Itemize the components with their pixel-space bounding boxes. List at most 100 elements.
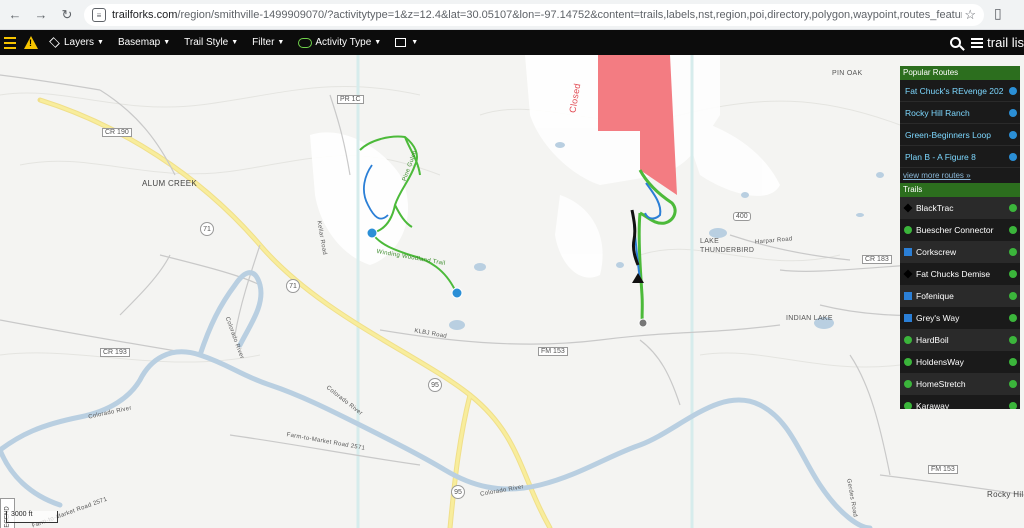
- trail-item[interactable]: HardBoil: [900, 329, 1020, 351]
- caret-down-icon: ▼: [97, 39, 104, 46]
- site-info-icon[interactable]: ≡: [92, 8, 106, 22]
- trail-item[interactable]: Corkscrew: [900, 241, 1020, 263]
- trail-style-label: Trail Style: [184, 37, 229, 48]
- bookmark-star-icon[interactable]: ☆: [964, 7, 976, 23]
- trail-item[interactable]: BlackTrac: [900, 197, 1020, 219]
- back-icon[interactable]: ←: [4, 4, 26, 26]
- popular-routes-heading: Popular Routes: [900, 66, 1020, 80]
- map-icon: [395, 38, 407, 47]
- layers-icon: [49, 37, 60, 48]
- menu-icon[interactable]: [4, 36, 16, 49]
- trail-item[interactable]: Buescher Connector: [900, 219, 1020, 241]
- address-bar[interactable]: ≡ trailforks.com/region/smithville-14999…: [84, 4, 984, 26]
- reload-icon[interactable]: ↻: [56, 4, 78, 26]
- difficulty-green-icon: [904, 380, 912, 388]
- url-path: /region/smithville-1499909070/?activityt…: [177, 9, 962, 21]
- trail-item[interactable]: Fofenique: [900, 285, 1020, 307]
- warning-icon[interactable]: [24, 36, 38, 49]
- go-arrow-icon[interactable]: [1009, 358, 1017, 366]
- route-label: Rocky Hill Ranch: [905, 107, 970, 118]
- filter-menu[interactable]: Filter ▼: [252, 37, 284, 48]
- caret-down-icon: ▼: [374, 39, 382, 46]
- trail-item[interactable]: Fat Chucks Demise: [900, 263, 1020, 285]
- go-arrow-icon[interactable]: [1009, 248, 1017, 256]
- map-menu[interactable]: ▼: [395, 38, 418, 47]
- trail-list-button[interactable]: trail lis: [971, 35, 1024, 50]
- caret-down-icon: ▼: [277, 39, 285, 46]
- go-arrow-icon[interactable]: [1009, 380, 1017, 388]
- trail-label: Corkscrew: [916, 247, 957, 257]
- route-label: Fat Chuck's REvenge 202: [905, 85, 1004, 96]
- caret-down-icon: ▼: [163, 39, 171, 46]
- difficulty-blue-icon: [904, 314, 912, 322]
- shield-cr190: CR 190: [102, 128, 132, 137]
- shield-cr193: CR 193: [100, 348, 130, 357]
- difficulty-black-icon: [903, 269, 913, 279]
- difficulty-blue-icon: [904, 292, 912, 300]
- go-arrow-icon[interactable]: [1009, 86, 1017, 95]
- trail-style-menu[interactable]: Trail Style ▼: [184, 37, 238, 48]
- trail-list-label: trail lis: [987, 35, 1024, 50]
- map-label-alum-creek: ALUM CREEK: [142, 179, 198, 188]
- route-label: Green-Beginners Loop: [905, 129, 992, 140]
- browser-bar: ← → ↻ ≡ trailforks.com/region/smithville…: [0, 0, 1024, 30]
- go-arrow-icon[interactable]: [1009, 336, 1017, 344]
- go-arrow-icon[interactable]: [1009, 130, 1017, 139]
- go-arrow-icon[interactable]: [1009, 314, 1017, 322]
- trail-item[interactable]: HomeStretch: [900, 373, 1020, 395]
- shield-95a: 95: [428, 378, 442, 392]
- difficulty-blue-icon: [904, 248, 912, 256]
- basemap-menu[interactable]: Basemap ▼: [118, 37, 170, 48]
- trail-panel: Popular Routes Fat Chuck's REvenge 202 R…: [900, 66, 1020, 409]
- go-arrow-icon[interactable]: [1009, 292, 1017, 300]
- activity-type-menu[interactable]: Activity Type ▼: [298, 37, 381, 48]
- extensions-icon[interactable]: ▯: [994, 5, 1002, 22]
- trail-item[interactable]: Grey's Way: [900, 307, 1020, 329]
- trails-heading: Trails: [900, 183, 1020, 197]
- go-arrow-icon[interactable]: [1009, 152, 1017, 161]
- trail-label: HardBoil: [916, 335, 949, 345]
- shield-cr183: CR 183: [862, 255, 892, 264]
- map-canvas[interactable]: ALUM CREEK PIN OAK LAKE THUNDERBIRD INDI…: [0, 55, 1024, 528]
- trail-label: Fat Chucks Demise: [916, 269, 991, 279]
- trail-label: Buescher Connector: [916, 225, 994, 235]
- shield-fm153a: FM 153: [538, 347, 568, 356]
- app-toolbar: Layers▼ Basemap▼ Trail Style▼ Filter▼ Ac…: [0, 30, 1024, 55]
- shield-fm153b: FM 153: [928, 465, 958, 474]
- layers-label: Layers: [64, 37, 95, 48]
- forward-icon[interactable]: →: [30, 4, 52, 26]
- go-arrow-icon[interactable]: [1009, 226, 1017, 234]
- difficulty-black-icon: [903, 203, 913, 213]
- route-item[interactable]: Fat Chuck's REvenge 202: [900, 80, 1020, 102]
- caret-down-icon: ▼: [231, 39, 239, 46]
- shield-pr1c: PR 1C: [337, 95, 364, 104]
- route-item[interactable]: Green-Beginners Loop: [900, 124, 1020, 146]
- map-label-lake-thunderbird: LAKE THUNDERBIRD: [700, 238, 755, 254]
- map-label-rocky-hill: Rocky Hill: [987, 490, 1024, 499]
- url-host: trailforks.com: [112, 9, 178, 21]
- difficulty-green-icon: [904, 358, 912, 366]
- trail-label: HomeStretch: [916, 379, 966, 389]
- view-more-routes-link[interactable]: view more routes »: [900, 168, 1020, 183]
- go-arrow-icon[interactable]: [1009, 108, 1017, 117]
- trail-item[interactable]: HoldensWay: [900, 351, 1020, 373]
- shield-71a: 71: [200, 222, 214, 236]
- layers-menu[interactable]: Layers ▼: [49, 37, 104, 48]
- shield-400: 400: [733, 212, 751, 221]
- trail-item[interactable]: Karaway: [900, 395, 1020, 409]
- trail-label: Fofenique: [916, 291, 954, 301]
- shield-95b: 95: [451, 485, 465, 499]
- map-svg: [0, 55, 1024, 528]
- trail-label: BlackTrac: [916, 203, 954, 213]
- route-item[interactable]: Rocky Hill Ranch: [900, 102, 1020, 124]
- go-arrow-icon[interactable]: [1009, 402, 1017, 409]
- bike-icon: [298, 37, 313, 48]
- route-label: Plan B - A Figure 8: [905, 151, 976, 162]
- map-label-indian-lake: INDIAN LAKE: [786, 315, 833, 322]
- scale-bar: 3000 ft: [6, 511, 58, 523]
- route-item[interactable]: Plan B - A Figure 8: [900, 146, 1020, 168]
- go-arrow-icon[interactable]: [1009, 204, 1017, 212]
- trail-label: HoldensWay: [916, 357, 964, 367]
- go-arrow-icon[interactable]: [1009, 270, 1017, 278]
- search-icon[interactable]: [950, 37, 962, 48]
